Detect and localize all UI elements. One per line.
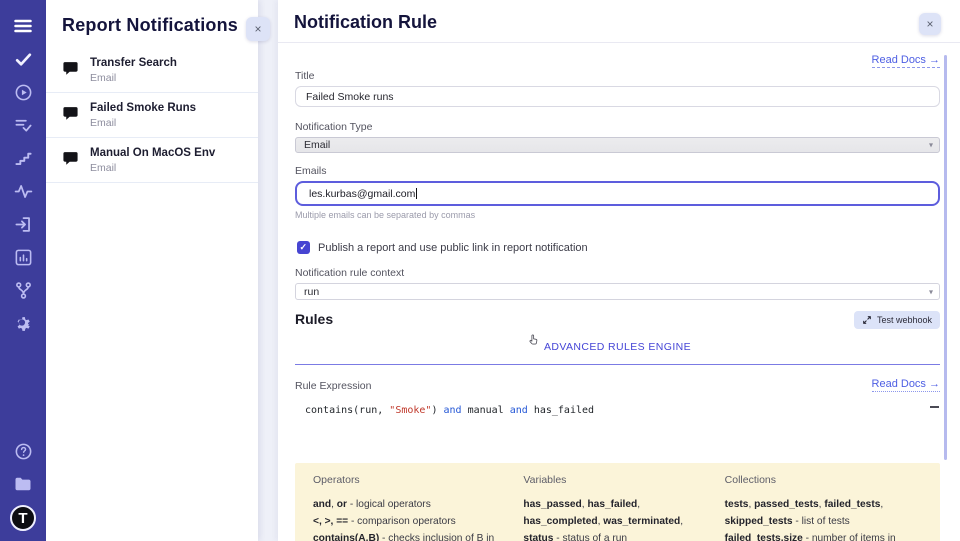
help-column: Operators and, or - logical operators<, … bbox=[313, 474, 497, 541]
notification-title: Failed Smoke Runs bbox=[90, 102, 196, 114]
speech-bubble-icon bbox=[62, 105, 79, 127]
main-header: Notification Rule × bbox=[278, 0, 960, 43]
rule-expression-label: Rule Expression bbox=[295, 380, 371, 392]
help-item: tests, passed_tests, failed_tests, skipp… bbox=[725, 496, 922, 530]
rule-expression-editor[interactable]: contains(run, "Smoke") and manual and ha… bbox=[295, 401, 940, 463]
emails-help-text: Multiple emails can be separated by comm… bbox=[295, 210, 940, 220]
publish-checkbox-label: Publish a report and use public link in … bbox=[318, 242, 588, 254]
form-content: Read Docs → Title Notification Type Emai… bbox=[278, 43, 960, 541]
title-input[interactable] bbox=[295, 86, 940, 107]
check-icon[interactable] bbox=[11, 47, 35, 71]
list-check-icon[interactable] bbox=[11, 113, 35, 137]
tab-advanced-rules-engine[interactable]: ADVANCED RULES ENGINE bbox=[544, 341, 691, 353]
notification-type-field: Notification Type Email ▾ bbox=[295, 121, 940, 153]
help-column-heading: Variables bbox=[523, 474, 698, 486]
mouse-cursor-icon bbox=[527, 333, 540, 352]
dropdown-arrow-icon: ▾ bbox=[929, 140, 933, 149]
gear-icon[interactable] bbox=[11, 311, 35, 335]
read-docs-link-rules[interactable]: Read Docs → bbox=[872, 378, 940, 392]
notification-subtitle: Email bbox=[90, 72, 177, 84]
help-item: contains(A,B) - checks inclusion of B in… bbox=[313, 530, 497, 541]
notification-list-item[interactable]: Manual On MacOS Env Email bbox=[46, 138, 258, 183]
context-value: run bbox=[304, 286, 319, 298]
sidebar: T bbox=[0, 0, 46, 541]
exit-box-icon[interactable] bbox=[11, 212, 35, 236]
help-item: <, >, == - comparison operators bbox=[313, 513, 497, 530]
help-column-heading: Collections bbox=[725, 474, 922, 486]
notification-subtitle: Email bbox=[90, 117, 196, 129]
notification-list-item[interactable]: Transfer Search Email bbox=[46, 48, 258, 93]
emails-value: les.kurbas@gmail.com bbox=[309, 188, 415, 200]
rule-expression-code: contains(run, "Smoke") and manual and ha… bbox=[305, 405, 926, 416]
page-title: Notification Rule bbox=[294, 12, 940, 33]
main-close-button[interactable]: × bbox=[919, 13, 941, 35]
rules-engine-tabs: ADVANCED RULES ENGINE bbox=[295, 330, 940, 365]
notification-title: Manual On MacOS Env bbox=[90, 147, 215, 159]
help-column: Variables has_passed, has_failed, has_co… bbox=[523, 474, 698, 541]
publish-checkbox-row: Publish a report and use public link in … bbox=[295, 241, 940, 254]
context-select[interactable]: run ▾ bbox=[295, 283, 940, 300]
rules-help-panel: Operators and, or - logical operators<, … bbox=[295, 463, 940, 541]
notification-subtitle: Email bbox=[90, 162, 215, 174]
emails-label: Emails bbox=[295, 165, 940, 177]
git-fork-icon[interactable] bbox=[11, 278, 35, 302]
activity-icon[interactable] bbox=[11, 179, 35, 203]
notification-type-label: Notification Type bbox=[295, 121, 940, 133]
docs-row: Read Docs → bbox=[295, 50, 940, 66]
brand-logo[interactable]: T bbox=[10, 505, 36, 531]
help-items: and, or - logical operators<, >, == - co… bbox=[313, 496, 497, 541]
panel-close-button[interactable]: × bbox=[246, 17, 270, 41]
context-field: Notification rule context run ▾ bbox=[295, 267, 940, 300]
rules-header-row: Rules Test webhook bbox=[295, 311, 940, 329]
notification-type-select[interactable]: Email ▾ bbox=[295, 137, 940, 153]
speech-bubble-icon bbox=[62, 150, 79, 172]
report-notifications-panel: Report Notifications × Transfer Search E… bbox=[46, 0, 258, 541]
panel-title: Report Notifications bbox=[46, 0, 258, 48]
steps-icon[interactable] bbox=[11, 146, 35, 170]
bar-chart-icon[interactable] bbox=[11, 245, 35, 269]
context-label: Notification rule context bbox=[295, 267, 940, 279]
notification-title: Transfer Search bbox=[90, 57, 177, 69]
scrollbar-thumb[interactable] bbox=[944, 55, 948, 460]
play-circle-icon[interactable] bbox=[11, 80, 35, 104]
menu-icon[interactable] bbox=[11, 14, 35, 38]
speech-bubble-icon bbox=[62, 60, 79, 82]
emails-input[interactable]: les.kurbas@gmail.com bbox=[295, 181, 940, 206]
test-webhook-button[interactable]: Test webhook bbox=[854, 311, 940, 329]
notification-list: Transfer Search Email Failed Smoke Runs … bbox=[46, 48, 258, 183]
app-window: T Report Notifications × Transfer Search… bbox=[0, 0, 960, 541]
dropdown-arrow-icon: ▾ bbox=[929, 287, 933, 296]
help-item: failed_tests.size - number of items in c… bbox=[725, 530, 922, 541]
help-column-heading: Operators bbox=[313, 474, 497, 486]
notification-type-value: Email bbox=[304, 139, 330, 151]
rules-heading: Rules bbox=[295, 311, 333, 327]
help-item: and, or - logical operators bbox=[313, 496, 497, 513]
rule-expression-row: Rule Expression Read Docs → bbox=[295, 378, 940, 392]
fold-marker-icon[interactable] bbox=[930, 406, 939, 408]
read-docs-link[interactable]: Read Docs → bbox=[872, 54, 940, 68]
text-caret bbox=[416, 188, 417, 199]
test-arrows-icon bbox=[862, 315, 872, 325]
emails-field: Emails les.kurbas@gmail.com Multiple ema… bbox=[295, 165, 940, 220]
title-label: Title bbox=[295, 70, 940, 82]
notification-list-item[interactable]: Failed Smoke Runs Email bbox=[46, 93, 258, 138]
test-webhook-label: Test webhook bbox=[877, 315, 932, 325]
help-items: tests, passed_tests, failed_tests, skipp… bbox=[725, 496, 922, 541]
help-icon[interactable] bbox=[11, 439, 35, 463]
folder-icon[interactable] bbox=[11, 472, 35, 496]
help-items: has_passed, has_failed, has_completed, w… bbox=[523, 496, 698, 541]
help-column: Collections tests, passed_tests, failed_… bbox=[725, 474, 922, 541]
notification-rule-panel: Notification Rule × Read Docs → Title No… bbox=[278, 0, 960, 541]
help-item: has_passed, has_failed, has_completed, w… bbox=[523, 496, 698, 541]
title-field: Title bbox=[295, 70, 940, 107]
publish-checkbox[interactable] bbox=[297, 241, 310, 254]
